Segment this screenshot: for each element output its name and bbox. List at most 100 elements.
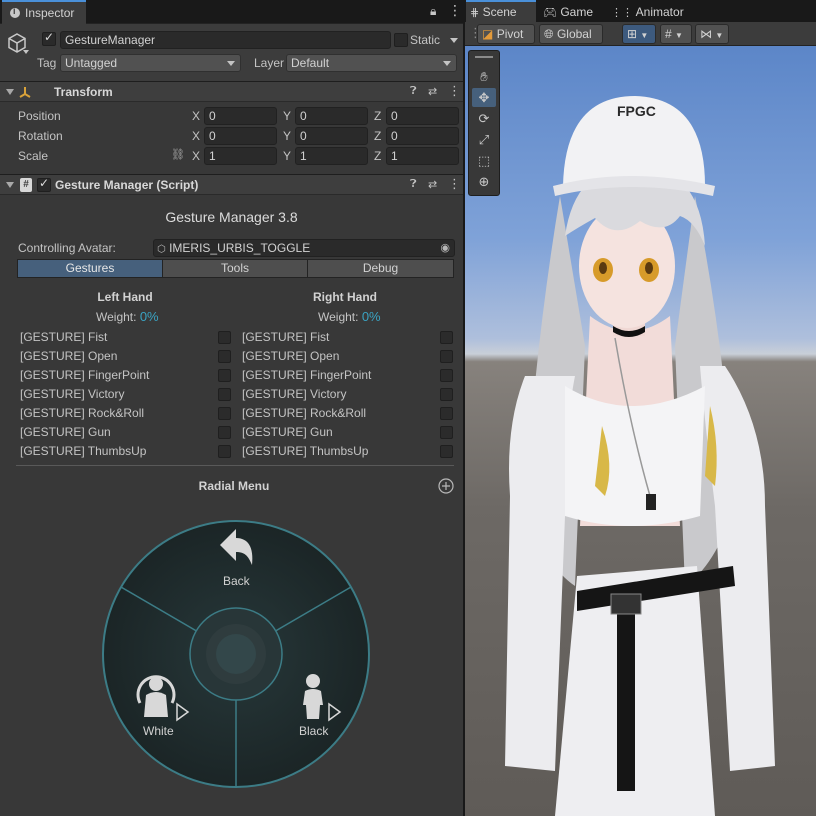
grid-icon: # [665,27,672,41]
left-gesture-fist-checkbox[interactable] [218,331,231,344]
rotation-x-field[interactable]: 0 [204,127,277,145]
rotation-y-field[interactable]: 0 [295,127,368,145]
lock-icon[interactable]: 🔒︎ [430,4,436,19]
increment-snap-button[interactable]: ⋈ ▼ [695,24,729,44]
add-circle-icon[interactable] [438,478,454,494]
radial-item-back[interactable]: Back [223,574,250,588]
left-gesture-fingerpoint-checkbox[interactable] [218,369,231,382]
left-gesture-rockandroll-checkbox[interactable] [218,407,231,420]
left-gesture-thumbsup[interactable]: [GESTURE] ThumbsUp [20,444,146,458]
tab-debug[interactable]: Debug [307,259,454,278]
right-gesture-rockandroll[interactable]: [GESTURE] Rock&Roll [242,406,366,420]
controlling-avatar-field[interactable]: ⬡ IMERIS_URBIS_TOGGLE ◉ [153,239,455,257]
object-picker-icon[interactable]: ◉ [440,240,450,256]
move-tool-icon[interactable]: ✥ [472,88,496,107]
right-gesture-open-checkbox[interactable] [440,350,453,363]
left-gesture-victory[interactable]: [GESTURE] Victory [20,387,124,401]
right-gesture-fist-checkbox[interactable] [440,331,453,344]
right-gesture-fingerpoint-checkbox[interactable] [440,369,453,382]
foldout-arrow-icon[interactable] [6,89,14,95]
controlling-avatar-value: IMERIS_URBIS_TOGGLE [169,241,311,255]
avatar-object-icon: ⬡ [157,244,166,255]
global-dropdown[interactable]: 🌐︎ Global ▼ [539,24,603,58]
left-gesture-gun[interactable]: [GESTURE] Gun [20,425,111,439]
static-dropdown-arrow[interactable] [450,38,458,43]
scale-label: Scale [18,149,49,163]
left-gesture-rockandroll[interactable]: [GESTURE] Rock&Roll [20,406,144,420]
script-header[interactable]: # Gesture Manager (Script) ❓︎ ⇄ ⋮ [0,174,463,195]
rotate-tool-icon[interactable]: ⟳ [472,109,496,128]
icon-dropdown-arrow[interactable] [23,50,29,54]
static-checkbox[interactable] [394,33,408,47]
right-gesture-open[interactable]: [GESTURE] Open [242,349,339,363]
right-gesture-rockandroll-checkbox[interactable] [440,407,453,420]
radial-item-black[interactable]: Black [299,724,328,738]
radial-menu[interactable] [100,505,372,805]
transform-fields: Position X 0 Y 0 Z 0 Rotation X 0 Y 0 Z … [0,103,463,169]
scale-x-field[interactable]: 1 [204,147,277,165]
snap-increment-icon: ⋈ [700,27,712,41]
rect-tool-icon[interactable]: ⬚ [472,151,496,170]
script-icon: # [20,178,32,192]
right-gesture-victory-checkbox[interactable] [440,388,453,401]
transform-header[interactable]: Transform ❓︎ ⇄ ⋮ [0,81,463,102]
left-gesture-fingerpoint[interactable]: [GESTURE] FingerPoint [20,368,149,382]
axis-y-label: Y [283,109,292,123]
rotation-z-field[interactable]: 0 [386,127,459,145]
grid-snap-button[interactable]: ⊞ ▼ [622,24,656,44]
layer-dropdown[interactable]: Default [286,54,457,72]
radial-item-white[interactable]: White [143,724,174,738]
chevron-down-icon: ▼ [715,31,724,40]
right-gesture-thumbsup-checkbox[interactable] [440,445,453,458]
right-gesture-gun[interactable]: [GESTURE] Gun [242,425,333,439]
rotation-label: Rotation [18,129,63,143]
tab-gestures[interactable]: Gestures [17,259,163,278]
tab-inspector[interactable]: Inspector [2,0,86,24]
hand-tool-icon[interactable]: ✋︎ [472,67,496,86]
right-gesture-gun-checkbox[interactable] [440,426,453,439]
position-x-field[interactable]: 0 [204,107,277,125]
position-y-field[interactable]: 0 [295,107,368,125]
tab-scene[interactable]: ⋕ Scene [466,0,536,22]
tab-scene-label: Scene [482,5,517,19]
tab-animator-label: Animator [635,5,684,19]
scale-tool-icon[interactable]: ⤢ [472,130,496,149]
scene-viewport[interactable]: FPGC [465,46,816,816]
more-menu-icon[interactable]: ⋮ [448,2,462,19]
position-z-field[interactable]: 0 [386,107,459,125]
presets-icon[interactable]: ⇄ [428,85,437,98]
foldout-arrow-icon[interactable] [6,182,14,188]
left-gesture-open-checkbox[interactable] [218,350,231,363]
left-gesture-thumbsup-checkbox[interactable] [218,445,231,458]
help-icon[interactable]: ❓︎ [410,178,417,191]
pivot-dropdown[interactable]: ◪ Pivot ▼ [477,24,535,58]
constrain-proportions-icon[interactable]: ⛓︎ [171,148,185,161]
right-gesture-victory[interactable]: [GESTURE] Victory [242,387,346,401]
transform-tool-icon[interactable]: ⊕ [472,172,496,191]
chevron-down-icon: ▼ [675,31,683,40]
tab-animator[interactable]: ⋮⋮ Animator [607,0,697,22]
more-menu-icon[interactable]: ⋮ [448,83,461,99]
right-gesture-thumbsup[interactable]: [GESTURE] ThumbsUp [242,444,368,458]
tab-game-label: Game [560,5,593,19]
tag-dropdown[interactable]: Untagged [60,54,241,72]
left-gesture-open[interactable]: [GESTURE] Open [20,349,117,363]
object-name-field[interactable]: GestureManager [60,31,391,49]
script-enabled-checkbox[interactable] [37,176,51,192]
right-gesture-fist[interactable]: [GESTURE] Fist [242,330,329,344]
active-checkbox[interactable] [42,30,56,46]
presets-icon[interactable]: ⇄ [428,178,437,191]
tab-tools[interactable]: Tools [162,259,308,278]
help-icon[interactable]: ❓︎ [410,85,417,98]
avatar-model[interactable]: FPGC [465,46,816,816]
right-gesture-fingerpoint[interactable]: [GESTURE] FingerPoint [242,368,371,382]
scale-z-field[interactable]: 1 [386,147,459,165]
grid-visibility-button[interactable]: # ▼ [660,24,692,44]
left-gesture-fist[interactable]: [GESTURE] Fist [20,330,107,344]
controlling-avatar-label: Controlling Avatar: [18,241,116,255]
scale-y-field[interactable]: 1 [295,147,368,165]
left-gesture-victory-checkbox[interactable] [218,388,231,401]
left-gesture-gun-checkbox[interactable] [218,426,231,439]
tab-game[interactable]: 🎮︎ Game [539,0,605,22]
more-menu-icon[interactable]: ⋮ [448,176,461,192]
